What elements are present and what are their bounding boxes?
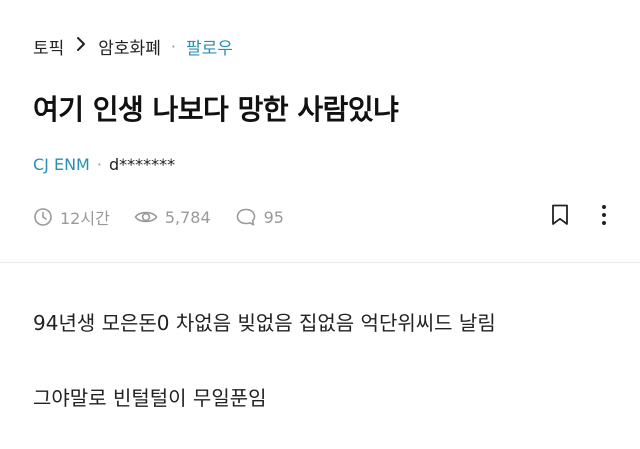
post-body-line: 94년생 모은돈0 차없음 빚없음 집없음 억단위씨드 날림 [33, 311, 496, 335]
post-body-line: 그야말로 빈털털이 무일푼임 [33, 386, 267, 410]
eye-icon [134, 211, 158, 223]
views-stat: 5,784 [134, 207, 211, 227]
clock-icon [34, 208, 52, 226]
post-stats: 12시간 5,784 95 [33, 204, 308, 230]
more-vertical-icon [602, 205, 606, 225]
chevron-right-icon [76, 36, 86, 56]
post-actions [519, 204, 607, 226]
post-body: 94년생 모은돈0 차없음 빚없음 집없음 억단위씨드 날림 그야말로 빈털털이… [33, 307, 496, 411]
divider [0, 262, 640, 263]
more-options-button[interactable] [601, 204, 607, 226]
breadcrumb: 토픽 암호화폐 · 팔로우 [33, 34, 233, 59]
follow-button[interactable]: 팔로우 [186, 34, 233, 59]
views-value: 5,784 [164, 207, 211, 227]
comment-icon [236, 208, 255, 226]
time-value: 12시간 [60, 209, 110, 228]
post-title: 여기 인생 나보다 망한 사람있냐 [33, 93, 399, 126]
breadcrumb-topic-link[interactable]: 토픽 [33, 34, 64, 59]
comments-stat[interactable]: 95 [235, 207, 284, 227]
separator-dot: · [170, 36, 176, 56]
bookmark-icon [552, 204, 568, 225]
author-nickname[interactable]: d******* [109, 155, 175, 174]
time-stat: 12시간 [33, 205, 110, 229]
author-company-link[interactable]: CJ ENM [33, 155, 90, 174]
breadcrumb-channel-link[interactable]: 암호화폐 [98, 34, 161, 59]
comments-value: 95 [263, 207, 284, 227]
bookmark-button[interactable] [551, 204, 569, 226]
separator-dot: · [96, 155, 102, 174]
author-info: CJ ENM · d******* [33, 155, 175, 174]
